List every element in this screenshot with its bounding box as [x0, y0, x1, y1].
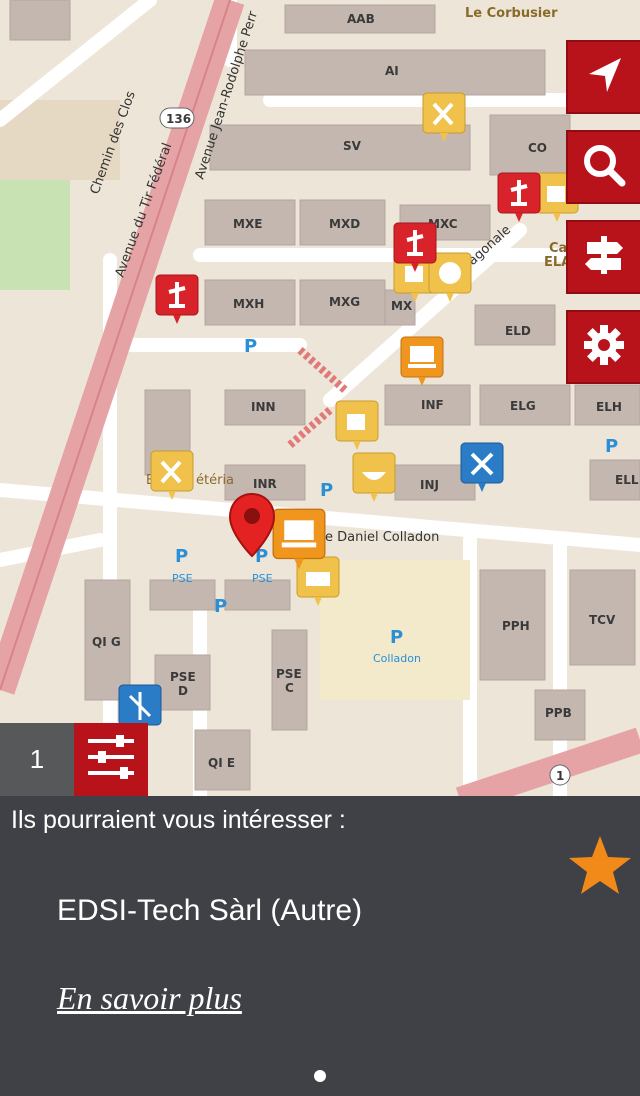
- svg-text:ELG: ELG: [510, 399, 536, 413]
- svg-text:CO: CO: [528, 141, 547, 155]
- statue-marker[interactable]: [497, 172, 541, 224]
- svg-text:PPB: PPB: [545, 706, 572, 720]
- svg-text:C: C: [285, 681, 294, 695]
- magnifier-icon: [581, 142, 627, 193]
- location-pin[interactable]: [228, 492, 276, 558]
- svg-text:Le Corbusier: Le Corbusier: [465, 6, 558, 21]
- suggestion-panel: Ils pourraient vous intéresser : EDSI-Te…: [0, 796, 640, 1096]
- svg-text:PPH: PPH: [502, 619, 530, 633]
- svg-text:INN: INN: [251, 400, 276, 414]
- signpost-icon: [581, 232, 627, 283]
- svg-text:ELH: ELH: [596, 400, 622, 414]
- svg-text:AAB: AAB: [347, 12, 375, 26]
- svg-text:MXH: MXH: [233, 297, 264, 311]
- svg-text:ELL: ELL: [615, 473, 639, 487]
- place-name: EDSI-Tech Sàrl (Autre): [57, 894, 363, 927]
- svg-text:MXE: MXE: [233, 217, 262, 231]
- svg-text:AI: AI: [385, 64, 399, 78]
- star-icon[interactable]: [568, 834, 632, 896]
- svg-text:P: P: [175, 546, 188, 567]
- svg-text:SV: SV: [343, 139, 362, 153]
- service-marker[interactable]: [460, 442, 504, 494]
- cafe-marker[interactable]: [352, 452, 396, 504]
- settings-button[interactable]: [566, 310, 640, 384]
- restaurant-marker[interactable]: [150, 450, 194, 502]
- location-arrow-icon: [581, 52, 627, 103]
- svg-text:P: P: [214, 596, 227, 617]
- svg-text:étéria: étéria: [196, 473, 234, 488]
- svg-text:P: P: [390, 627, 403, 648]
- computer-marker[interactable]: [400, 336, 444, 388]
- sliders-icon: [84, 733, 138, 786]
- svg-text:1: 1: [556, 769, 564, 783]
- fastfood-marker[interactable]: [335, 400, 379, 452]
- result-count: 1: [0, 723, 74, 796]
- filter-button[interactable]: [74, 723, 148, 796]
- svg-text:P: P: [605, 436, 618, 457]
- gear-icon: [581, 322, 627, 373]
- search-button[interactable]: [566, 130, 640, 204]
- locate-button[interactable]: [566, 40, 640, 114]
- svg-text:ELD: ELD: [505, 324, 531, 338]
- directions-button[interactable]: [566, 220, 640, 294]
- svg-text:MXD: MXD: [329, 217, 360, 231]
- computer-marker[interactable]: [270, 508, 328, 572]
- map-view[interactable]: AAB AI SV CO MXE MXD MXC MXH MXG MX ELD …: [0, 0, 640, 800]
- svg-text:Colladon: Colladon: [373, 652, 421, 665]
- svg-text:PSE: PSE: [172, 572, 193, 585]
- svg-text:MXG: MXG: [329, 295, 360, 309]
- svg-text:INF: INF: [421, 398, 444, 412]
- svg-text:P: P: [244, 336, 257, 357]
- svg-text:QI E: QI E: [208, 756, 235, 770]
- svg-text:D: D: [178, 684, 188, 698]
- restaurant-marker[interactable]: [422, 92, 466, 144]
- svg-text:PSE: PSE: [170, 670, 196, 684]
- svg-text:e Daniel Colladon: e Daniel Colladon: [325, 530, 439, 545]
- svg-text:PSE: PSE: [276, 667, 302, 681]
- svg-text:TCV: TCV: [589, 613, 616, 627]
- svg-text:QI G: QI G: [92, 635, 121, 649]
- svg-text:INR: INR: [253, 477, 277, 491]
- more-info-link[interactable]: En savoir plus: [57, 980, 242, 1017]
- svg-text:PSE: PSE: [252, 572, 273, 585]
- map-base: AAB AI SV CO MXE MXD MXC MXH MXG MX ELD …: [0, 0, 640, 800]
- svg-text:136: 136: [166, 112, 191, 126]
- svg-text:P: P: [320, 480, 333, 501]
- statue-marker[interactable]: [393, 222, 437, 274]
- svg-text:INJ: INJ: [420, 478, 439, 492]
- statue-marker[interactable]: [155, 274, 199, 326]
- panel-heading: Ils pourraient vous intéresser :: [11, 806, 346, 834]
- page-indicator-dot: [314, 1070, 326, 1082]
